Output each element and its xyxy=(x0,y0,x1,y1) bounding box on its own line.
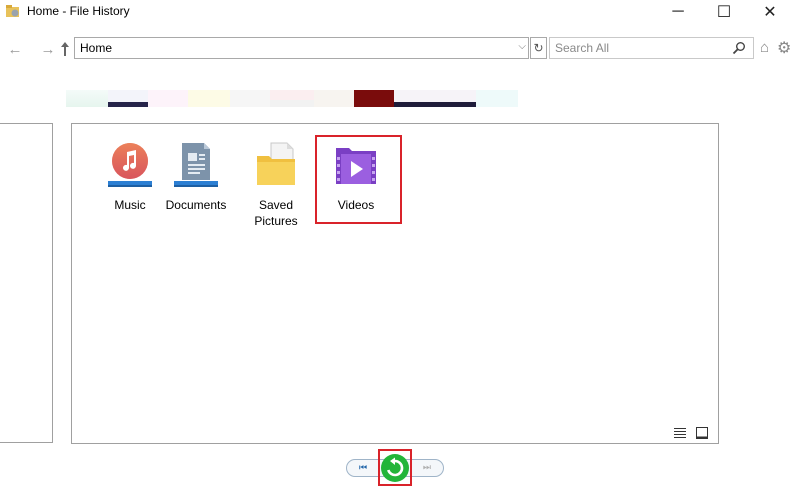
close-button[interactable]: ✕ xyxy=(747,0,793,24)
title-bar: Home - File History ─ ☐ ✕ xyxy=(0,0,793,24)
search-icon[interactable] xyxy=(732,41,746,55)
next-version-button[interactable]: ⏭ xyxy=(423,462,431,473)
documents-folder-icon xyxy=(174,143,218,187)
folder-music[interactable]: Music xyxy=(92,142,168,213)
timeline-segment xyxy=(314,90,354,107)
timeline-segment xyxy=(66,90,108,107)
videos-highlight-box xyxy=(315,135,402,224)
restore-highlight-box xyxy=(378,449,412,486)
home-icon[interactable]: ⌂ xyxy=(760,39,769,56)
back-button[interactable]: ← xyxy=(4,35,26,63)
timeline-marker xyxy=(354,90,394,107)
up-button[interactable] xyxy=(57,35,73,63)
minimize-button[interactable]: ─ xyxy=(655,0,701,24)
chevron-down-icon[interactable]: ⌵ xyxy=(518,41,526,52)
address-text: Home xyxy=(80,41,113,55)
timeline-segment xyxy=(108,90,148,107)
search-input[interactable] xyxy=(550,38,735,58)
timeline-segment xyxy=(230,90,270,107)
window-title: Home - File History xyxy=(27,4,130,18)
timeline-segment xyxy=(148,90,188,107)
backup-timeline[interactable] xyxy=(66,90,518,107)
maximize-button[interactable]: ☐ xyxy=(701,0,747,24)
timeline-segment xyxy=(270,90,314,107)
refresh-button[interactable]: ↻ xyxy=(530,37,547,59)
large-icons-view-icon[interactable] xyxy=(695,426,709,440)
saved-pictures-folder-icon xyxy=(257,142,295,185)
folder-label: Documents xyxy=(165,198,227,212)
music-folder-icon xyxy=(108,143,152,187)
address-bar[interactable]: Home ⌵ xyxy=(74,37,529,59)
timeline-segment xyxy=(476,90,518,107)
file-view-panel: Music Documents Saved Pictures Videos xyxy=(71,123,719,444)
file-history-app-icon xyxy=(6,5,19,17)
folder-label: Music xyxy=(114,198,146,212)
search-box[interactable] xyxy=(549,37,754,59)
up-arrow-icon xyxy=(61,42,69,56)
timeline-segment xyxy=(188,90,230,107)
folder-saved-pictures[interactable]: Saved Pictures xyxy=(238,142,314,229)
timeline-segment xyxy=(394,90,476,107)
previous-version-button[interactable]: ⏮ xyxy=(359,462,367,473)
gear-icon[interactable]: ⚙ xyxy=(777,38,791,58)
navigation-bar: ← → Home ⌵ ↻ ⌂ ⚙ xyxy=(0,35,793,63)
folder-documents[interactable]: Documents xyxy=(158,142,234,213)
details-view-icon[interactable] xyxy=(673,426,687,440)
forward-button[interactable]: → xyxy=(37,35,59,63)
folder-label: Saved Pictures xyxy=(254,198,298,228)
previous-version-panel[interactable] xyxy=(0,123,53,443)
